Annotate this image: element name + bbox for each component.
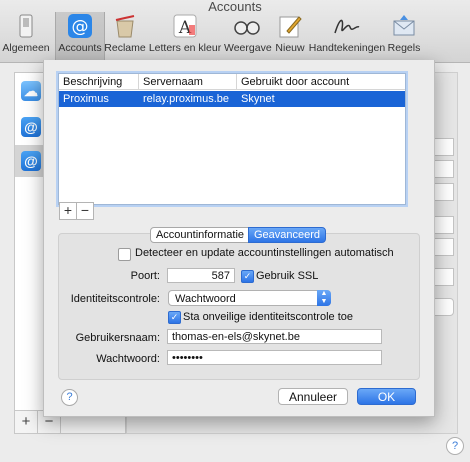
cell-description: Proximus xyxy=(63,93,109,105)
table-row[interactable]: Proximus relay.proximus.be Skynet xyxy=(59,91,405,107)
identity-popup[interactable]: Wachtwoord ▲ ▼ xyxy=(168,290,331,306)
toolbar-general[interactable]: Algemeen xyxy=(0,12,52,62)
username-field[interactable]: thomas-en-els@skynet.be xyxy=(167,329,382,344)
toolbar-rules[interactable]: Regels xyxy=(386,12,422,62)
trash-junk-icon xyxy=(110,12,140,40)
port-label: Poort: xyxy=(130,270,160,282)
add-server-button[interactable]: + xyxy=(59,202,77,220)
toolbar-viewing[interactable]: Weergave xyxy=(224,12,272,62)
window-toolbar: Accounts Algemeen @ Accounts Reclame A L… xyxy=(0,0,470,63)
auto-detect-label: Detecteer en update accountinstellingen … xyxy=(135,247,394,259)
help-button[interactable]: ? xyxy=(61,389,78,406)
fonts-colors-icon: A xyxy=(170,12,200,40)
remove-server-button[interactable]: − xyxy=(76,202,94,220)
compose-icon xyxy=(275,12,305,40)
chevron-updown-icon: ▲ ▼ xyxy=(317,290,331,306)
help-button-background[interactable]: ? xyxy=(446,437,464,455)
at-icon: @ xyxy=(65,12,95,40)
column-header-description[interactable]: Beschrijving xyxy=(59,74,139,90)
at-icon: @ xyxy=(21,151,41,171)
toolbar-accounts[interactable]: @ Accounts xyxy=(55,12,105,62)
toolbar-signatures-label: Handtekeningen xyxy=(308,42,386,54)
smtp-server-table: Beschrijving Servernaam Gebruikt door ac… xyxy=(58,73,406,205)
column-header-server[interactable]: Servernaam xyxy=(139,74,237,90)
smtp-server-sheet: Beschrijving Servernaam Gebruikt door ac… xyxy=(43,60,435,417)
insecure-auth-label: Sta onveilige identiteitscontrole toe xyxy=(183,311,353,323)
toolbar-accounts-label: Accounts xyxy=(58,42,102,54)
cloud-icon: ☁ xyxy=(21,81,41,101)
cancel-button[interactable]: Annuleer xyxy=(278,388,348,405)
rules-icon xyxy=(389,12,419,40)
ok-button[interactable]: OK xyxy=(357,388,416,405)
toolbar-viewing-label: Weergave xyxy=(224,42,272,54)
switch-icon xyxy=(11,12,41,40)
ssl-label: Gebruik SSL xyxy=(256,270,319,282)
port-field[interactable]: 587 xyxy=(167,268,235,283)
cell-used-by: Skynet xyxy=(241,93,275,105)
toolbar-signatures[interactable]: Handtekeningen xyxy=(308,12,386,62)
column-header-used-by[interactable]: Gebruikt door account xyxy=(237,74,405,90)
identity-popup-value: Wachtwoord xyxy=(175,293,236,305)
add-account-button[interactable]: + xyxy=(15,411,38,433)
toolbar-junk-label: Reclame xyxy=(104,42,146,54)
signature-icon xyxy=(332,12,362,40)
ssl-checkbox[interactable]: ✓ xyxy=(241,270,254,283)
cell-server: relay.proximus.be xyxy=(143,93,229,105)
toolbar-fonts-colors[interactable]: A Letters en kleur xyxy=(148,12,222,62)
insecure-auth-checkbox[interactable]: ✓ xyxy=(168,311,181,324)
auto-detect-checkbox[interactable] xyxy=(118,248,131,261)
password-field[interactable]: •••••••• xyxy=(167,350,382,365)
toolbar-rules-label: Regels xyxy=(387,42,421,54)
svg-text:@: @ xyxy=(72,17,89,37)
tab-account-info[interactable]: Accountinformatie xyxy=(150,227,250,243)
glasses-icon xyxy=(232,12,262,40)
tab-advanced[interactable]: Geavanceerd xyxy=(248,227,326,243)
toolbar-composing-label: Nieuw xyxy=(275,42,305,54)
toolbar-fonts-colors-label: Letters en kleur xyxy=(148,42,222,54)
identity-label: Identiteitscontrole: xyxy=(70,293,160,305)
toolbar-general-label: Algemeen xyxy=(2,42,50,54)
username-label: Gebruikersnaam: xyxy=(75,332,160,344)
at-icon: @ xyxy=(21,117,41,137)
toolbar-composing[interactable]: Nieuw xyxy=(272,12,308,62)
toolbar-junk[interactable]: Reclame xyxy=(104,12,146,62)
password-label: Wachtwoord: xyxy=(96,353,160,365)
